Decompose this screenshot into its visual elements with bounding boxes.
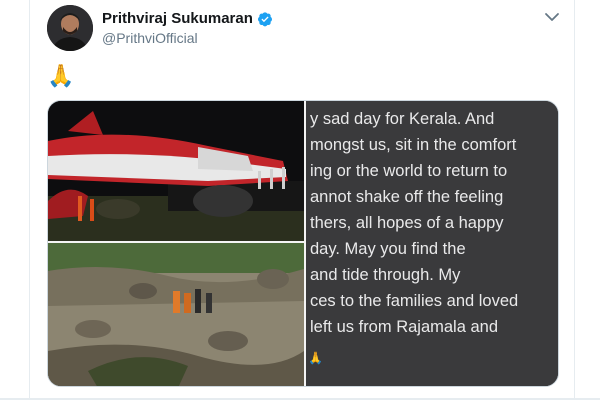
quote-line: and tide through. My [310, 266, 461, 284]
author-handle[interactable]: @PrithviOfficial [102, 30, 198, 46]
quote-line: ces to the families and loved [310, 292, 519, 310]
tweet-text: 🙏 [47, 63, 75, 88]
avatar[interactable] [47, 5, 93, 51]
quote-line: y sad day for Kerala. And [310, 110, 495, 128]
quote-line: day. May you find the [310, 240, 466, 258]
author-display-name[interactable]: Prithviraj Sukumaran [102, 10, 253, 27]
crash-photo [48, 101, 304, 241]
quote-line: mongst us, sit in the comfort [310, 136, 517, 154]
quote-line: thers, all hopes of a happy [310, 214, 504, 232]
quote-line: annot shake off the feeling [310, 188, 504, 206]
timeline-border-left [29, 0, 30, 400]
media-photo-collage[interactable] [48, 101, 304, 386]
verified-badge-icon [257, 11, 272, 26]
avatar-image [47, 5, 93, 51]
quote-line: left us from Rajamala and [310, 318, 499, 336]
chevron-down-icon[interactable] [544, 11, 560, 23]
quote-emoji: 🙏 [308, 351, 323, 365]
timeline-border-right [574, 0, 575, 400]
landslide-photo [48, 243, 304, 386]
author-name-row[interactable]: Prithviraj Sukumaran [102, 10, 273, 27]
tweet-media[interactable]: y sad day for Kerala. And mongst us, sit… [47, 100, 559, 387]
quote-line: ing or the world to return to [310, 162, 508, 180]
media-quote-image[interactable]: y sad day for Kerala. And mongst us, sit… [306, 101, 558, 386]
